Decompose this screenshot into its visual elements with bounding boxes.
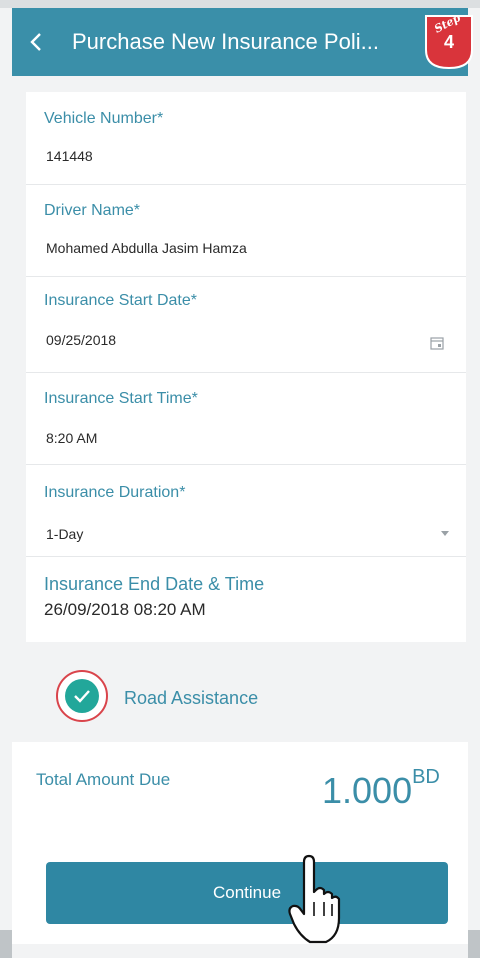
end-datetime-field: Insurance End Date & Time 26/09/2018 08:… <box>26 556 466 642</box>
road-assistance-row: Road Assistance <box>26 650 466 746</box>
total-amount-row: Total Amount Due 1.000BD <box>12 742 468 828</box>
start-time-value: 8:20 AM <box>46 430 98 446</box>
step-badge: Step 4 <box>420 10 478 72</box>
page-title: Purchase New Insurance Poli... <box>72 29 379 54</box>
vehicle-number-label: Vehicle Number* <box>44 110 164 127</box>
start-date-label: Insurance Start Date* <box>44 292 197 309</box>
start-time-field[interactable]: Insurance Start Time* 8:20 AM <box>26 372 466 465</box>
app-bar: Purchase New Insurance Poli... <box>12 8 468 76</box>
hand-pointer-icon <box>286 852 342 948</box>
driver-name-label: Driver Name* <box>44 202 141 219</box>
app-screen: Purchase New Insurance Poli... Step 4 Ve… <box>0 0 480 958</box>
duration-select[interactable]: Insurance Duration* 1-Day <box>26 464 466 557</box>
continue-button[interactable]: Continue <box>46 862 448 924</box>
calendar-icon[interactable] <box>430 336 444 350</box>
end-datetime-value: 26/09/2018 08:20 AM <box>44 600 206 619</box>
checkmark-icon <box>74 690 90 703</box>
duration-label: Insurance Duration* <box>44 484 186 501</box>
chevron-left-icon <box>30 33 41 51</box>
road-assistance-checkbox[interactable] <box>56 670 108 722</box>
step-number: 4 <box>443 32 454 52</box>
end-datetime-label: Insurance End Date & Time <box>44 574 265 594</box>
vehicle-number-field[interactable]: Vehicle Number* 141448 <box>26 92 466 185</box>
start-date-field[interactable]: Insurance Start Date* 09/25/2018 <box>26 276 466 373</box>
driver-name-value: Mohamed Abdulla Jasim Hamza <box>46 240 247 256</box>
screen-edge-left <box>0 930 12 958</box>
policy-form-card: Vehicle Number* 141448 Driver Name* Moha… <box>26 92 466 642</box>
duration-value: 1-Day <box>46 526 84 542</box>
road-assistance-label: Road Assistance <box>124 688 259 708</box>
status-gap <box>0 0 480 8</box>
bottom-action-area: Continue <box>12 828 468 944</box>
start-date-value: 09/25/2018 <box>46 332 117 348</box>
driver-name-field[interactable]: Driver Name* Mohamed Abdulla Jasim Hamza <box>26 184 466 277</box>
screen-edge-right <box>468 930 480 958</box>
total-amount-value: 1.000BD <box>322 766 440 812</box>
checkbox-checked-fill <box>65 679 99 713</box>
hand-cursor-shape <box>288 854 341 944</box>
dropdown-arrow-icon[interactable] <box>440 530 450 538</box>
amount-number: 1.000 <box>322 770 413 811</box>
back-button[interactable] <box>24 28 50 56</box>
currency-label: BD <box>412 766 440 788</box>
total-amount-label: Total Amount Due <box>36 770 171 789</box>
vehicle-number-value: 141448 <box>46 148 93 164</box>
start-time-label: Insurance Start Time* <box>44 390 198 407</box>
